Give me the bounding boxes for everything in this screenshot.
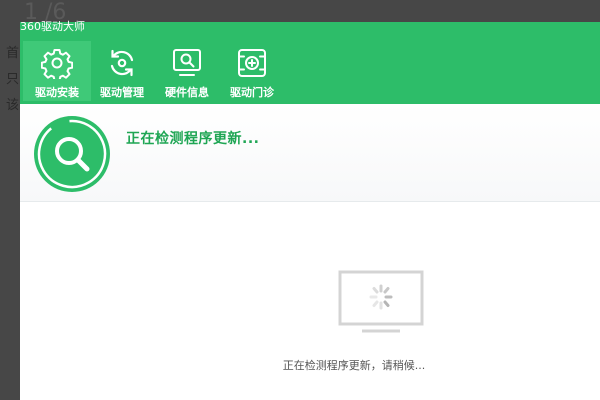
tab-hardware-info[interactable]: 硬件信息 xyxy=(153,41,221,101)
loading-message: 正在检测程序更新，请稍候... xyxy=(282,359,426,372)
top-navigation-bar: 360驱动大师 驱动安装 驱动管理 硬件信息 驱动门诊 xyxy=(20,20,600,104)
tab-label: 硬件信息 xyxy=(165,86,209,99)
tab-driver-clinic[interactable]: 驱动门诊 xyxy=(218,41,286,101)
app-title: 360驱动大师 xyxy=(20,20,85,33)
tab-label: 驱动安装 xyxy=(35,86,79,99)
background-text-fragment: 只 xyxy=(6,72,20,87)
search-icon xyxy=(34,116,110,192)
tab-label: 驱动门诊 xyxy=(230,86,274,99)
tab-driver-install[interactable]: 驱动安装 xyxy=(23,41,91,101)
background-text-fragment: 该 xyxy=(6,98,20,113)
medical-box-icon xyxy=(238,49,266,77)
tab-label: 驱动管理 xyxy=(100,86,144,99)
status-title: 正在检测程序更新... xyxy=(126,131,260,147)
background-text-fragment: 首 xyxy=(6,46,20,61)
refresh-icon xyxy=(110,49,134,77)
status-panel: 正在检测程序更新... xyxy=(20,104,600,202)
gear-icon xyxy=(41,49,73,79)
monitor-search-icon xyxy=(173,49,201,76)
monitor-loading-icon xyxy=(338,270,424,333)
tab-driver-manage[interactable]: 驱动管理 xyxy=(88,41,156,101)
driver-master-window: 360驱动大师 驱动安装 驱动管理 硬件信息 驱动门诊 正在检测程序更新... … xyxy=(20,20,600,400)
